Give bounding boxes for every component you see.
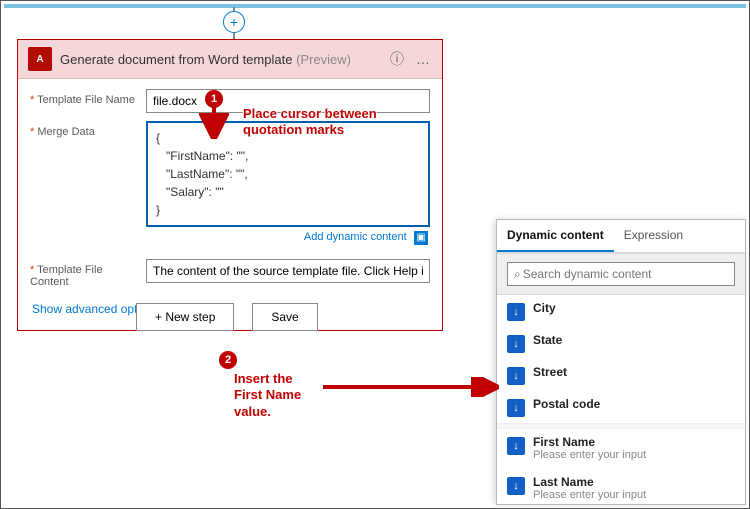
list-item-city[interactable]: ↓ City [497, 295, 745, 327]
variable-icon: ↓ [507, 303, 525, 321]
action-card: A Generate document from Word template (… [17, 39, 443, 331]
save-button[interactable]: Save [252, 303, 317, 331]
variable-icon: ↓ [507, 367, 525, 385]
annotation-text-2: Insert the First Name value. [234, 371, 324, 420]
item-label: Last Name [533, 475, 735, 489]
top-accent-bar [4, 4, 746, 8]
item-sublabel: Please enter your input [533, 489, 735, 502]
help-icon[interactable]: ⓘ [388, 50, 406, 68]
label-text: Template File Name [37, 94, 135, 106]
arrow-icon [321, 377, 499, 397]
card-title: Generate document from Word template (Pr… [60, 52, 380, 67]
tab-expression[interactable]: Expression [614, 220, 693, 252]
card-title-text: Generate document from Word template [60, 52, 292, 67]
list-item-last-name[interactable]: ↓ Last Name Please enter your input [497, 469, 745, 504]
item-label: Postal code [533, 397, 735, 411]
pdf-icon: A [28, 47, 52, 71]
flow-actions: + New step Save [136, 303, 318, 331]
label-text: Template File Content [30, 264, 103, 288]
item-sublabel: Please enter your input [533, 449, 735, 462]
required-mark: * [30, 94, 34, 106]
required-mark: * [30, 264, 34, 276]
search-input[interactable] [521, 266, 728, 282]
new-step-button[interactable]: + New step [136, 303, 234, 331]
label-text: Merge Data [37, 126, 94, 138]
field-label-merge-data: * Merge Data [30, 121, 138, 138]
variable-icon: ↓ [507, 437, 525, 455]
template-file-name-input[interactable] [146, 89, 430, 113]
item-label: Street [533, 365, 735, 379]
merge-data-input[interactable]: { "FirstName": "", "LastName": "", "Sala… [146, 121, 430, 227]
dynamic-content-panel: Dynamic content Expression ⌕ ↓ City ↓ St… [496, 219, 746, 505]
more-icon[interactable]: … [414, 50, 432, 68]
add-step-node[interactable]: + [223, 11, 245, 33]
template-file-content-input[interactable] [146, 259, 430, 283]
variable-icon: ↓ [507, 399, 525, 417]
tab-dynamic-content[interactable]: Dynamic content [497, 220, 614, 252]
item-label: City [533, 301, 735, 315]
variable-icon: ↓ [507, 335, 525, 353]
item-label: First Name [533, 435, 735, 449]
variable-icon: ↓ [507, 477, 525, 495]
required-mark: * [30, 126, 34, 138]
list-item-street[interactable]: ↓ Street [497, 359, 745, 391]
callout-badge-2: 2 [219, 351, 237, 369]
add-dynamic-content-link[interactable]: Add dynamic content [304, 231, 407, 243]
card-header: A Generate document from Word template (… [18, 40, 442, 79]
list-item-postal-code[interactable]: ↓ Postal code [497, 391, 745, 423]
search-dynamic-content[interactable]: ⌕ [507, 262, 735, 286]
dynamic-content-list: ↓ City ↓ State ↓ Street ↓ Postal code ↓ … [497, 295, 745, 504]
search-icon: ⌕ [514, 267, 521, 282]
card-body: * Template File Name * Merge Data { "Fir… [18, 79, 442, 330]
field-label-template-file-content: * Template File Content [30, 259, 138, 288]
list-item-state[interactable]: ↓ State [497, 327, 745, 359]
list-item-first-name[interactable]: ↓ First Name Please enter your input [497, 429, 745, 469]
field-label-template-file-name: * Template File Name [30, 89, 138, 106]
item-label: State [533, 333, 735, 347]
dynamic-content-toggle-button[interactable]: ▣ [414, 231, 428, 245]
preview-suffix: (Preview) [296, 52, 351, 67]
